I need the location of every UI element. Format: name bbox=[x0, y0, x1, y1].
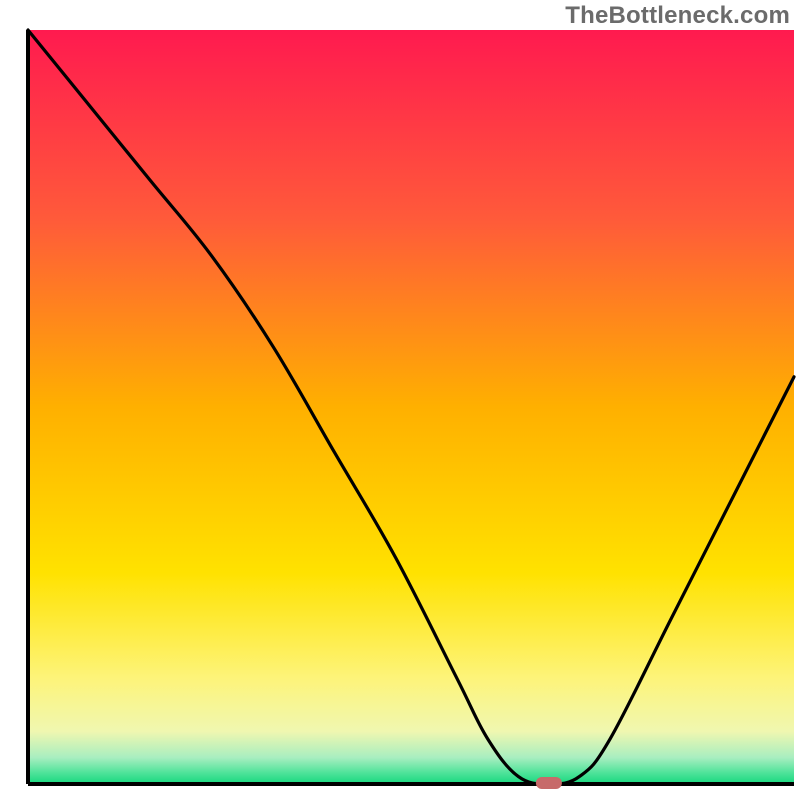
bottleneck-chart bbox=[0, 0, 800, 800]
watermark-text: TheBottleneck.com bbox=[565, 2, 790, 30]
chart-container: TheBottleneck.com bbox=[0, 0, 800, 800]
plot-background bbox=[28, 30, 794, 784]
optimal-marker bbox=[536, 777, 562, 789]
